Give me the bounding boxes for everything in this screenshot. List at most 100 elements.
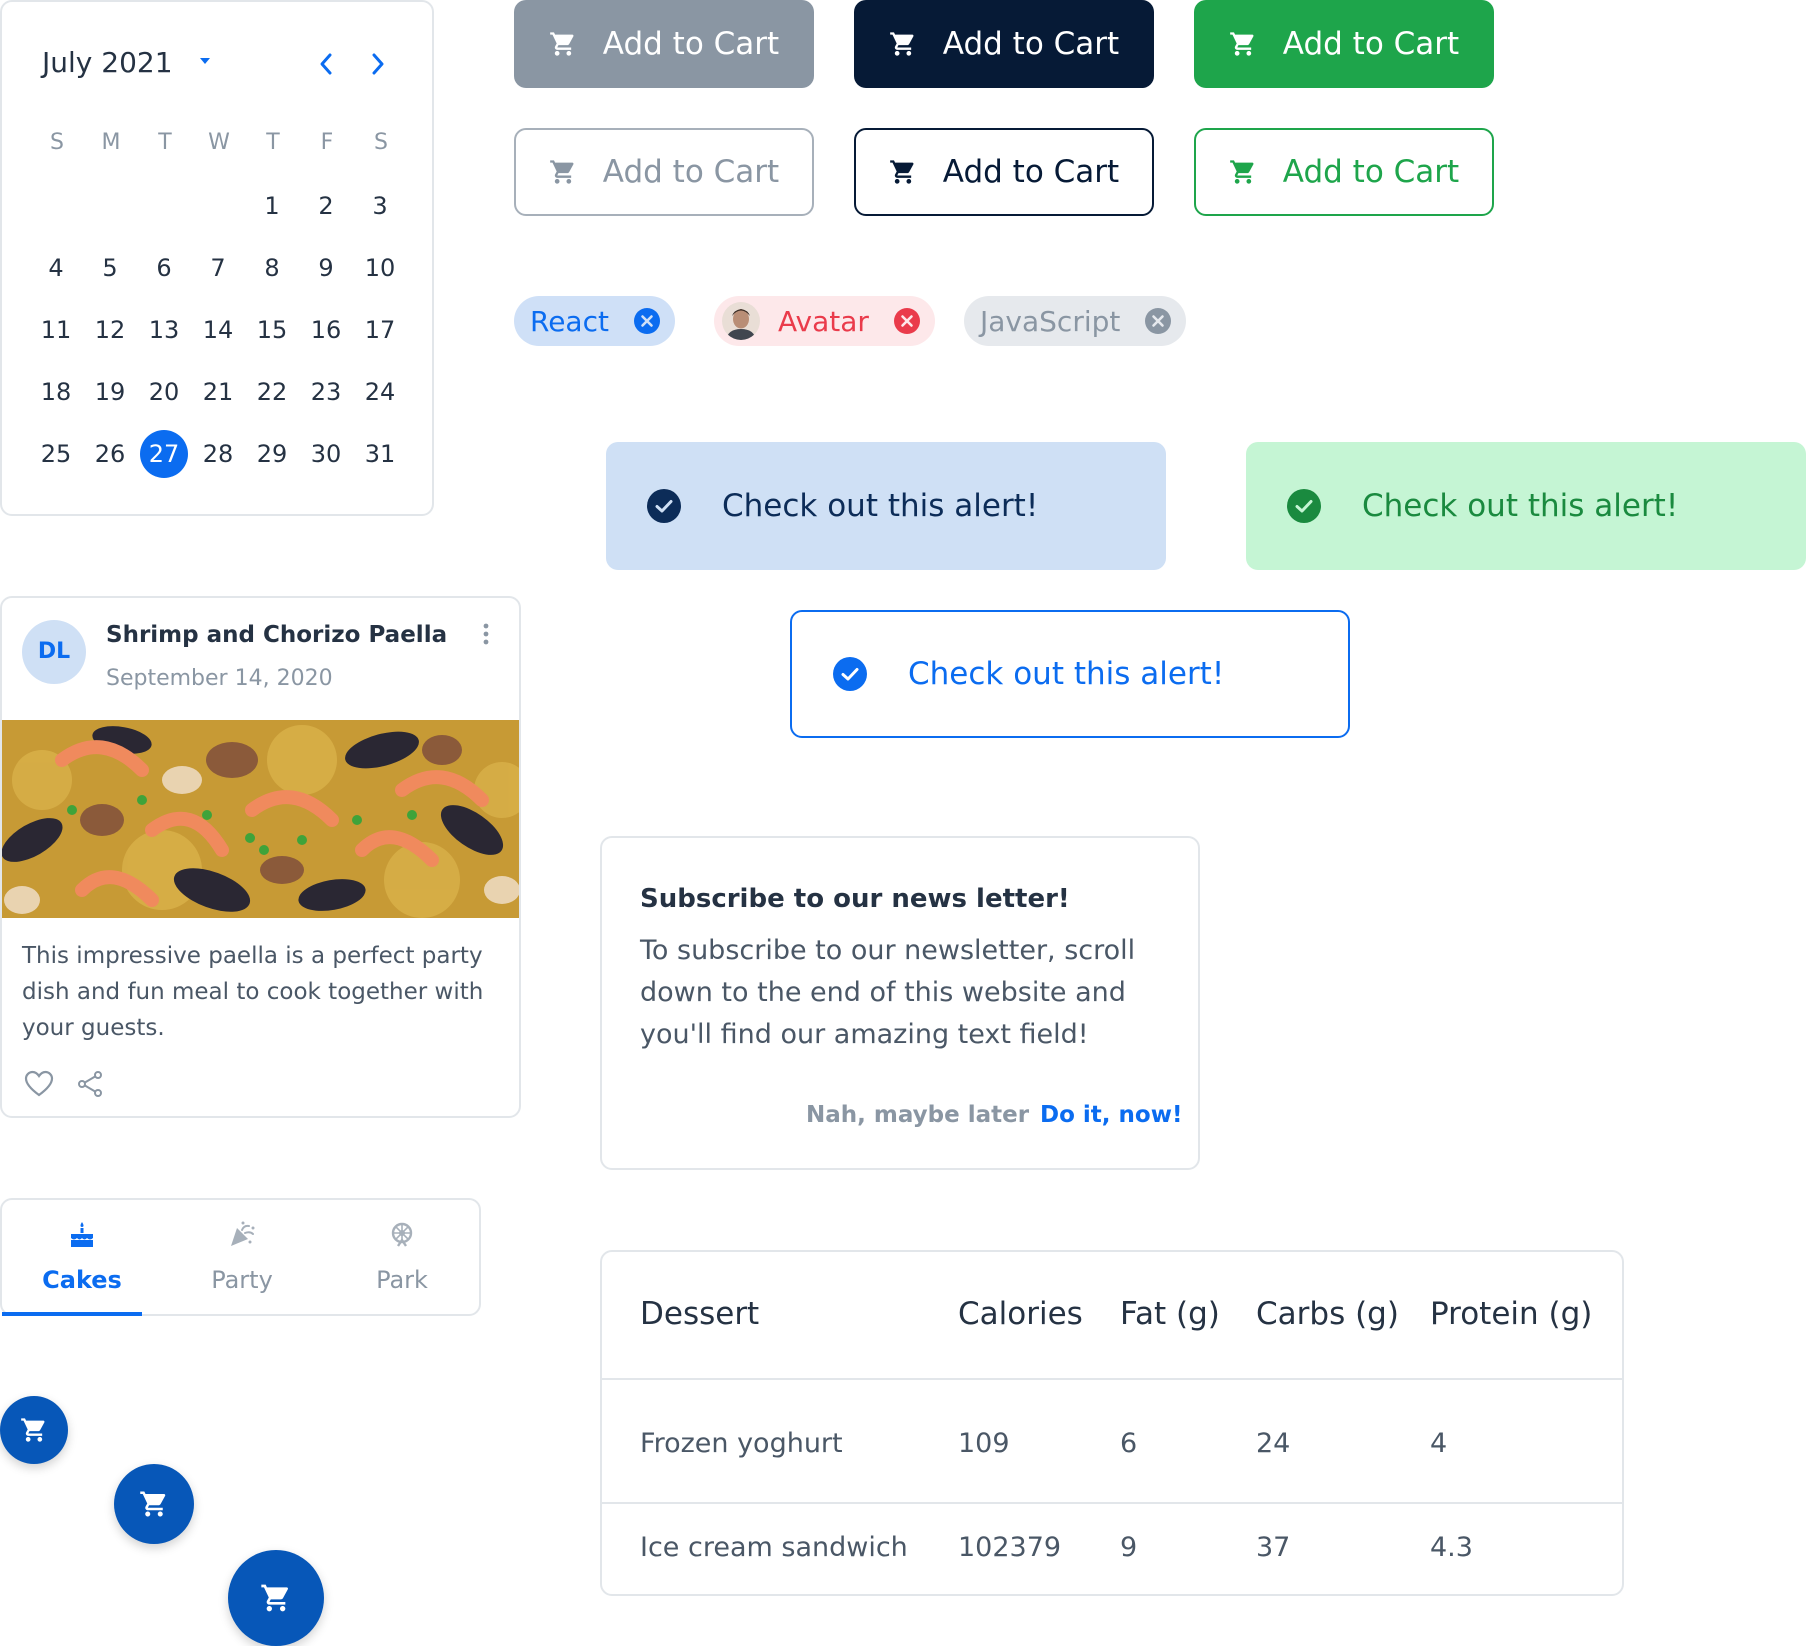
tab-park[interactable]: Park <box>322 1200 482 1316</box>
calendar-day[interactable]: 2 <box>302 182 350 230</box>
add-to-cart-outlined-button-gray[interactable]: Add to Cart <box>514 128 814 216</box>
table-divider <box>602 1378 1622 1380</box>
chevron-right-icon[interactable] <box>368 50 388 78</box>
cart-icon <box>261 1584 289 1612</box>
alert-success-filled: Check out this alert! <box>1246 442 1806 570</box>
close-circle-icon[interactable] <box>893 307 921 335</box>
cart-icon <box>1229 160 1254 184</box>
tab-party[interactable]: Party <box>162 1200 322 1316</box>
chevron-left-icon[interactable] <box>316 50 336 78</box>
button-label: Add to Cart <box>1282 26 1460 62</box>
weekday-label: S <box>374 130 388 155</box>
calendar-day[interactable]: 19 <box>86 368 134 416</box>
calendar-day[interactable]: 23 <box>302 368 350 416</box>
calendar-day[interactable]: 24 <box>356 368 404 416</box>
alert-message: Check out this alert! <box>908 656 1225 692</box>
avatar: DL <box>22 620 86 684</box>
tab-label: Park <box>376 1266 428 1294</box>
icon-tabs: Cakes Party Park <box>0 1198 481 1316</box>
tab-label: Cakes <box>42 1266 122 1294</box>
cart-icon <box>21 1418 45 1442</box>
calendar-day[interactable]: 18 <box>32 368 80 416</box>
calendar-day[interactable]: 25 <box>32 430 80 478</box>
cart-fab-large[interactable] <box>228 1550 324 1646</box>
weekday-label: M <box>101 130 121 155</box>
tab-label: Party <box>211 1266 273 1294</box>
dialog-cancel-button[interactable]: Nah, maybe later <box>806 1102 1029 1128</box>
caret-down-icon[interactable] <box>198 56 212 66</box>
calendar-day[interactable]: 13 <box>140 306 188 354</box>
table-cell: 109 <box>958 1428 1010 1459</box>
calendar-day[interactable]: 14 <box>194 306 242 354</box>
card-subheader-date: September 14, 2020 <box>106 666 333 691</box>
table-cell: 37 <box>1256 1532 1291 1563</box>
avatar <box>722 302 760 340</box>
calendar-day[interactable]: 7 <box>194 244 242 292</box>
cart-fab-small[interactable] <box>0 1396 68 1464</box>
calendar-day[interactable]: 30 <box>302 430 350 478</box>
calendar-day[interactable]: 6 <box>140 244 188 292</box>
calendar-day[interactable]: 28 <box>194 430 242 478</box>
calendar-day[interactable]: 29 <box>248 430 296 478</box>
table-header-cell: Protein (g) <box>1430 1296 1593 1332</box>
subscribe-dialog: Subscribe to our news letter! To subscri… <box>600 836 1200 1170</box>
dialog-confirm-button[interactable]: Do it, now! <box>1040 1102 1182 1128</box>
calendar-day[interactable]: 9 <box>302 244 350 292</box>
calendar-day-selected[interactable]: 27 <box>140 430 188 478</box>
weekday-label: F <box>320 130 334 155</box>
button-label: Add to Cart <box>942 154 1120 190</box>
weekday-label: S <box>50 130 64 155</box>
calendar-day[interactable]: 1 <box>248 182 296 230</box>
calendar-day[interactable]: 31 <box>356 430 404 478</box>
chip-avatar[interactable]: Avatar <box>714 296 935 346</box>
weekday-label: T <box>158 130 172 155</box>
calendar-day[interactable]: 5 <box>86 244 134 292</box>
table-header-cell: Fat (g) <box>1120 1296 1220 1332</box>
check-circle-icon <box>647 489 681 523</box>
calendar-day[interactable]: 12 <box>86 306 134 354</box>
heart-icon[interactable] <box>24 1070 54 1098</box>
close-circle-icon[interactable] <box>1144 307 1172 335</box>
calendar-day[interactable]: 3 <box>356 182 404 230</box>
weekday-label: T <box>266 130 280 155</box>
table-header-cell: Carbs (g) <box>1256 1296 1399 1332</box>
chip-javascript[interactable]: JavaScript <box>964 296 1187 346</box>
calendar-day[interactable]: 22 <box>248 368 296 416</box>
calendar-day[interactable]: 4 <box>32 244 80 292</box>
calendar-day[interactable]: 21 <box>194 368 242 416</box>
tab-cakes[interactable]: Cakes <box>2 1200 162 1316</box>
cart-fab-medium[interactable] <box>114 1464 194 1544</box>
close-circle-icon[interactable] <box>633 307 661 335</box>
calendar-day[interactable]: 8 <box>248 244 296 292</box>
calendar-day[interactable]: 10 <box>356 244 404 292</box>
more-vert-icon[interactable] <box>480 620 492 648</box>
add-to-cart-outlined-button-navy[interactable]: Add to Cart <box>854 128 1154 216</box>
alert-info-filled: Check out this alert! <box>606 442 1166 570</box>
calendar-day[interactable]: 20 <box>140 368 188 416</box>
check-circle-icon <box>833 657 867 691</box>
calendar-day[interactable]: 11 <box>32 306 80 354</box>
add-to-cart-outlined-button-green[interactable]: Add to Cart <box>1194 128 1494 216</box>
calendar-day[interactable]: 26 <box>86 430 134 478</box>
table-cell: 24 <box>1256 1428 1291 1459</box>
add-to-cart-button-navy[interactable]: Add to Cart <box>854 0 1154 88</box>
table-cell: 4 <box>1430 1428 1448 1459</box>
recipe-card: DL Shrimp and Chorizo Paella September 1… <box>0 596 521 1118</box>
calendar-day[interactable]: 17 <box>356 306 404 354</box>
tab-indicator <box>2 1312 142 1316</box>
share-icon[interactable] <box>76 1070 104 1098</box>
calendar-day[interactable]: 15 <box>248 306 296 354</box>
card-title: Shrimp and Chorizo Paella <box>106 622 448 648</box>
button-label: Add to Cart <box>602 154 780 190</box>
calendar-header: July 2021 <box>40 42 400 88</box>
table-cell: 4.3 <box>1430 1532 1473 1563</box>
cart-icon <box>549 160 574 184</box>
chip-react[interactable]: React <box>514 296 675 346</box>
calendar-day[interactable]: 16 <box>302 306 350 354</box>
table-cell: Frozen yoghurt <box>640 1428 843 1459</box>
add-to-cart-button-green[interactable]: Add to Cart <box>1194 0 1494 88</box>
dialog-body: To subscribe to our newsletter, scroll d… <box>640 935 1136 1050</box>
chip-label: Avatar <box>778 304 869 338</box>
add-to-cart-button-gray[interactable]: Add to Cart <box>514 0 814 88</box>
table-cell: 9 <box>1120 1532 1138 1563</box>
